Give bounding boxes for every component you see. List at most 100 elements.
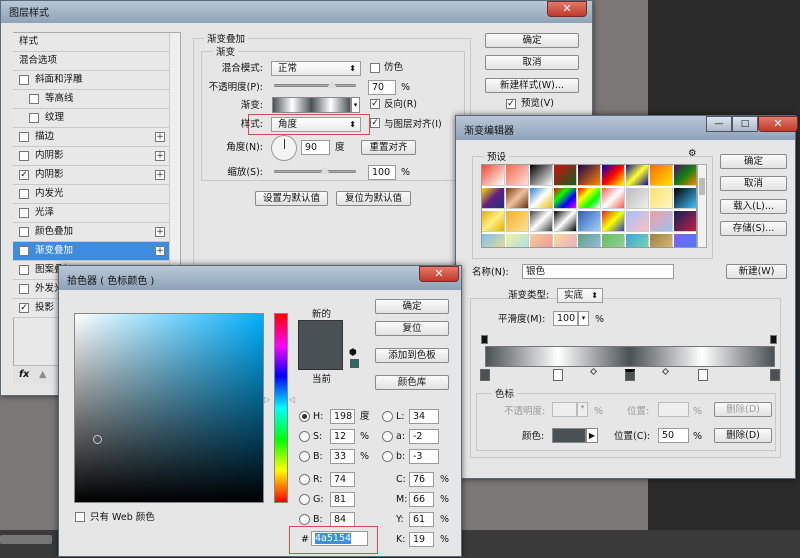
close-button[interactable]: ✕ bbox=[419, 266, 459, 282]
opacity-input[interactable]: 70 bbox=[368, 80, 396, 95]
add-instance-plus-icon[interactable]: + bbox=[155, 151, 165, 161]
cmyk-input[interactable]: 76 bbox=[409, 472, 434, 487]
new-style-button[interactable]: 新建样式(W)... bbox=[485, 78, 579, 93]
style-list-item[interactable]: ✓ 渐变叠加 + bbox=[13, 242, 169, 261]
web-safe-color-swatch[interactable] bbox=[350, 359, 359, 368]
color-stop[interactable] bbox=[625, 369, 635, 381]
angle-input[interactable]: 90 bbox=[301, 140, 330, 155]
style-checkbox[interactable] bbox=[19, 284, 29, 294]
move-up-icon[interactable]: ▲ bbox=[39, 369, 46, 381]
add-instance-plus-icon[interactable]: + bbox=[155, 170, 165, 180]
reset-to-default-button[interactable]: 复位为默认值 bbox=[336, 191, 411, 206]
gradient-preset-swatch[interactable] bbox=[578, 165, 601, 186]
ok-button[interactable]: 确定 bbox=[375, 299, 449, 314]
gradient-preset-swatch[interactable] bbox=[506, 165, 529, 186]
opacity-stop-left[interactable] bbox=[481, 335, 488, 344]
hsb-input[interactable]: 198 bbox=[330, 409, 355, 424]
name-input[interactable]: 银色 bbox=[522, 264, 674, 279]
color-stop[interactable] bbox=[480, 369, 490, 381]
style-checkbox[interactable]: ✓ bbox=[19, 303, 29, 313]
rgb-input[interactable]: 74 bbox=[330, 472, 355, 487]
scrollbar-thumb[interactable] bbox=[699, 178, 705, 195]
color-libraries-button[interactable]: 颜色库 bbox=[375, 375, 449, 390]
minimize-button[interactable]: — bbox=[706, 116, 732, 132]
gradient-preset-swatch[interactable] bbox=[650, 234, 673, 247]
style-checkbox[interactable] bbox=[29, 94, 39, 104]
scale-input[interactable]: 100 bbox=[368, 165, 396, 180]
rgb-input[interactable]: 84 bbox=[330, 512, 355, 527]
gradient-preset-swatch[interactable] bbox=[530, 165, 553, 186]
scale-slider[interactable] bbox=[274, 166, 356, 174]
style-checkbox[interactable] bbox=[19, 265, 29, 275]
lab-input[interactable]: -2 bbox=[409, 429, 439, 444]
cmyk-input[interactable]: 61 bbox=[409, 512, 434, 527]
smoothness-input[interactable]: 100 bbox=[553, 311, 578, 326]
gradient-dropdown-button[interactable]: ▾ bbox=[351, 97, 360, 113]
gradient-bar[interactable] bbox=[485, 346, 775, 367]
opacity-slider-thumb[interactable] bbox=[327, 80, 338, 88]
maximize-button[interactable]: □ bbox=[732, 116, 758, 132]
rgb-radio[interactable] bbox=[299, 514, 310, 525]
gradient-preset-swatch[interactable] bbox=[554, 234, 577, 247]
style-list-item[interactable]: 光泽 bbox=[13, 204, 169, 223]
rgb-input[interactable]: 81 bbox=[330, 492, 355, 507]
align-with-layer-checkbox[interactable]: ✓ bbox=[370, 118, 380, 128]
style-list-item[interactable]: 内阴影 + bbox=[13, 147, 169, 166]
style-list-item[interactable]: 内发光 bbox=[13, 185, 169, 204]
style-list-item[interactable]: 纹理 bbox=[13, 109, 169, 128]
lab-input[interactable]: 34 bbox=[409, 409, 439, 424]
gradient-preset-swatch[interactable] bbox=[530, 211, 553, 232]
save-button[interactable]: 存储(S)... bbox=[720, 221, 787, 236]
rgb-radio[interactable] bbox=[299, 474, 310, 485]
scale-slider-thumb[interactable] bbox=[320, 166, 330, 174]
gradient-preset-swatch[interactable] bbox=[506, 188, 529, 209]
hsb-input[interactable]: 33 bbox=[330, 449, 355, 464]
gradient-preset-swatch[interactable] bbox=[626, 188, 649, 209]
web-colors-only-checkbox[interactable] bbox=[75, 512, 85, 522]
lab-radio[interactable] bbox=[382, 451, 393, 462]
hsb-input[interactable]: 12 bbox=[330, 429, 355, 444]
color-location-input[interactable]: 50 bbox=[658, 428, 689, 443]
gradient-preset-swatch[interactable] bbox=[674, 234, 696, 247]
gradient-preset-swatch[interactable] bbox=[602, 188, 625, 209]
load-button[interactable]: 载入(L)... bbox=[720, 199, 787, 214]
style-list-item[interactable]: 颜色叠加 + bbox=[13, 223, 169, 242]
reset-button[interactable]: 复位 bbox=[375, 321, 449, 336]
hex-input[interactable]: 4a5154 bbox=[311, 531, 368, 546]
gradient-preset-swatch[interactable] bbox=[602, 211, 625, 232]
style-checkbox[interactable] bbox=[19, 189, 29, 199]
delete-color-stop-button[interactable]: 删除(D) bbox=[714, 428, 772, 443]
gradient-type-select[interactable]: 实底 bbox=[557, 288, 603, 303]
cmyk-input[interactable]: 66 bbox=[409, 492, 434, 507]
rgb-radio[interactable] bbox=[299, 494, 310, 505]
hsb-radio[interactable] bbox=[299, 411, 310, 422]
fx-button[interactable]: fx bbox=[19, 369, 29, 381]
gradient-preset-swatch[interactable] bbox=[482, 211, 505, 232]
reset-alignment-button[interactable]: 重置对齐 bbox=[361, 140, 416, 155]
hsb-radio[interactable] bbox=[299, 451, 310, 462]
gradient-preset-swatch[interactable] bbox=[650, 165, 673, 186]
color-stop[interactable] bbox=[770, 369, 780, 381]
add-instance-plus-icon[interactable]: + bbox=[155, 132, 165, 142]
gradient-preset-swatch[interactable] bbox=[578, 234, 601, 247]
blend-mode-select[interactable]: 正常 bbox=[271, 61, 361, 76]
color-field-cursor[interactable] bbox=[93, 435, 102, 444]
style-list-item[interactable]: 混合选项 bbox=[13, 52, 169, 71]
hue-slider[interactable] bbox=[274, 313, 288, 503]
style-list-item[interactable]: 等高线 bbox=[13, 90, 169, 109]
presets-scrollbar[interactable] bbox=[697, 164, 707, 248]
style-checkbox[interactable] bbox=[19, 75, 29, 85]
gradient-preset-swatch[interactable] bbox=[482, 188, 505, 209]
style-checkbox[interactable] bbox=[19, 132, 29, 142]
gradient-preset-swatch[interactable] bbox=[482, 234, 505, 247]
style-list-item[interactable]: 样式 bbox=[13, 33, 169, 52]
lab-input[interactable]: -3 bbox=[409, 449, 439, 464]
opacity-stop-right[interactable] bbox=[770, 335, 777, 344]
style-checkbox[interactable] bbox=[19, 227, 29, 237]
gradient-preset-swatch[interactable] bbox=[554, 211, 577, 232]
gradient-preset-swatch[interactable] bbox=[626, 165, 649, 186]
color-stop[interactable] bbox=[697, 369, 708, 381]
reverse-checkbox[interactable]: ✓ bbox=[370, 99, 380, 109]
gradient-preset-swatch[interactable] bbox=[506, 211, 529, 232]
style-checkbox[interactable] bbox=[19, 208, 29, 218]
